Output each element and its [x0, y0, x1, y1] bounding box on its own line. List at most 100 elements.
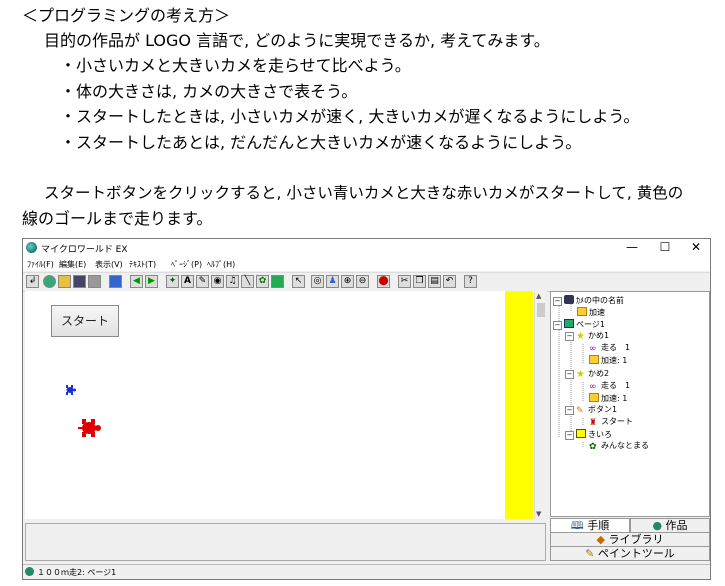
- tab-procedure[interactable]: 🕮 手順: [550, 518, 630, 533]
- status-bar: １００ｍ走2: ページ1: [23, 564, 710, 579]
- tree-item-accel1[interactable]: 加速: 1: [589, 355, 627, 366]
- start-button[interactable]: スタート: [51, 305, 119, 337]
- zoom-in-icon[interactable]: ⊕: [341, 275, 354, 288]
- menu-edit[interactable]: 編集(E): [59, 259, 86, 270]
- stop-icon[interactable]: ⬤: [377, 275, 390, 288]
- menu-page[interactable]: ﾍﾟｰｼﾞ(P): [171, 259, 202, 270]
- loop-icon: ∞: [589, 382, 597, 392]
- canvas-scrollbar[interactable]: ▲ ▼: [534, 291, 547, 519]
- project-tree: − ｶﾒの中の名前 加速 − ページ1 − ★ かめ1 ∞ 走る 1 加速: 1 − ★ かめ…: [550, 291, 710, 517]
- tree-item-label: ページ1: [576, 320, 605, 329]
- project-tab-icon: ●: [652, 519, 663, 532]
- undo-icon[interactable]: ↶: [443, 275, 456, 288]
- new-icon[interactable]: [43, 275, 56, 288]
- tree-item-turtle2[interactable]: − ★ かめ2: [565, 369, 609, 380]
- tree-item-label: スタート: [601, 417, 633, 426]
- toolbar: ↲ ◀ ▶ ✦ A ✎ ◉ ♫ ╲ ✿ ↖ ◎ ♟ ⊕ ⊖ ⬤ ✂ ❐ ▤ ↶ …: [23, 272, 710, 292]
- scroll-up-icon[interactable]: ▲: [536, 292, 541, 300]
- pointer-icon[interactable]: ↖: [292, 275, 305, 288]
- page-icon[interactable]: [109, 275, 122, 288]
- tree-item-label: 走る 1: [601, 343, 631, 352]
- slider-icon[interactable]: ✎: [196, 275, 209, 288]
- maximize-button[interactable]: ☐: [650, 240, 680, 254]
- app-window: マイクロワールド EX — ☐ ✕ ﾌｧｲﾙ(F) 編集(E) 表示(V) ﾃｷ…: [22, 238, 711, 580]
- menu-text[interactable]: ﾃｷｽﾄ(T): [129, 259, 156, 270]
- tree-item-page1[interactable]: − ページ1: [553, 319, 605, 330]
- stamp-icon[interactable]: ♟: [326, 275, 339, 288]
- procedure-icon: [589, 393, 599, 402]
- tab-paint-label: ペイントツール: [597, 547, 675, 560]
- collapse-icon[interactable]: −: [565, 406, 574, 415]
- turtle-icon: ★: [576, 369, 585, 380]
- tree-item-yellow[interactable]: − きいろ: [565, 429, 612, 440]
- paste-icon[interactable]: ▤: [428, 275, 441, 288]
- back-arrow-icon[interactable]: ◀: [130, 275, 143, 288]
- close-button[interactable]: ✕: [681, 240, 710, 254]
- collapse-icon[interactable]: −: [565, 370, 574, 379]
- shapes-icon[interactable]: ✿: [256, 275, 269, 288]
- music-icon[interactable]: ♫: [226, 275, 239, 288]
- collapse-icon[interactable]: −: [553, 321, 562, 330]
- save-icon[interactable]: [73, 275, 86, 288]
- bullet-2: ・体の大きさは, カメの大きさで表そう。: [60, 82, 358, 101]
- draw-icon[interactable]: ╲: [241, 275, 254, 288]
- collapse-icon[interactable]: −: [565, 431, 574, 440]
- tree-item-label: ｶﾒの中の名前: [576, 296, 624, 305]
- procedure-icon: [589, 355, 599, 364]
- tree-item-turtle1[interactable]: − ★ かめ1: [565, 331, 609, 342]
- bullet-1: ・小さいカメと大きいカメを走らせて比べよう。: [60, 56, 411, 75]
- menu-view[interactable]: 表示(V): [95, 259, 123, 270]
- eye-icon[interactable]: ◉: [211, 275, 224, 288]
- loop-icon: ∞: [589, 344, 597, 354]
- tree-item-button1[interactable]: − ✎ ボタン1: [565, 405, 617, 416]
- tab-project[interactable]: ● 作品: [630, 518, 710, 533]
- menu-help[interactable]: ﾍﾙﾌﾟ(H): [207, 259, 235, 270]
- tree-item-start[interactable]: ♜ スタート: [589, 417, 633, 428]
- scroll-thumb[interactable]: [537, 303, 545, 317]
- paint-tab-icon: ✎: [585, 547, 595, 560]
- textbox-icon[interactable]: A: [181, 275, 194, 288]
- project-canvas[interactable]: スタート: [25, 291, 534, 519]
- print-icon[interactable]: [88, 275, 101, 288]
- big-red-turtle-icon[interactable]: [77, 415, 103, 441]
- forward-arrow-icon[interactable]: ▶: [145, 275, 158, 288]
- tree-item-label: 加速: 1: [601, 356, 628, 365]
- tab-library[interactable]: ◆ ライブラリ: [550, 532, 710, 547]
- new-turtle-icon[interactable]: ✦: [166, 275, 179, 288]
- tab-paint[interactable]: ✎ ペイントツール: [550, 546, 710, 561]
- tree-item-label: ボタン1: [588, 405, 618, 414]
- tree-item-names[interactable]: − ｶﾒの中の名前: [553, 295, 624, 306]
- tree-item-all-stop[interactable]: ✿ みんなとまる: [589, 441, 649, 452]
- paragraph-line-2: 線のゴールまで走ります。: [22, 209, 213, 228]
- scroll-down-icon[interactable]: ▼: [536, 510, 541, 518]
- hatch-icon[interactable]: ◎: [311, 275, 324, 288]
- zoom-out-icon[interactable]: ⊖: [356, 275, 369, 288]
- tree-item-accel-proc[interactable]: 加速: [577, 307, 605, 318]
- procedure-tab-icon: 🕮: [570, 519, 584, 532]
- heading: ＜プログラミングの考え方＞: [22, 6, 231, 25]
- page-icon: [564, 319, 574, 328]
- status-icon: [25, 567, 34, 576]
- cut-icon[interactable]: ✂: [398, 275, 411, 288]
- help-icon[interactable]: ?: [464, 275, 477, 288]
- status-text: １００ｍ走2: ページ1: [37, 568, 117, 577]
- collapse-icon[interactable]: −: [565, 332, 574, 341]
- title-bar: マイクロワールド EX — ☐ ✕: [23, 239, 710, 257]
- minimize-button[interactable]: —: [617, 240, 647, 254]
- tab-project-label: 作品: [665, 519, 688, 532]
- bullet-4: ・スタートしたあとは, だんだんと大きいカメが速くなるようにしよう。: [60, 133, 582, 152]
- open-icon[interactable]: [58, 275, 71, 288]
- menu-file[interactable]: ﾌｧｲﾙ(F): [27, 259, 54, 270]
- globe-icon[interactable]: [271, 275, 284, 288]
- tree-item-run1[interactable]: ∞ 走る 1: [589, 343, 630, 354]
- collapse-icon[interactable]: −: [553, 297, 562, 306]
- return-icon[interactable]: ↲: [26, 275, 39, 288]
- tree-item-accel2[interactable]: 加速: 1: [589, 393, 627, 404]
- small-blue-turtle-icon[interactable]: [63, 383, 77, 397]
- color-icon: [576, 429, 586, 438]
- tree-item-run2[interactable]: ∞ 走る 1: [589, 381, 630, 392]
- app-icon: [26, 242, 37, 253]
- command-center[interactable]: [25, 523, 546, 561]
- copy-icon[interactable]: ❐: [413, 275, 426, 288]
- bullet-3: ・スタートしたときは, 小さいカメが速く, 大きいカメが遅くなるようにしよう。: [60, 107, 640, 126]
